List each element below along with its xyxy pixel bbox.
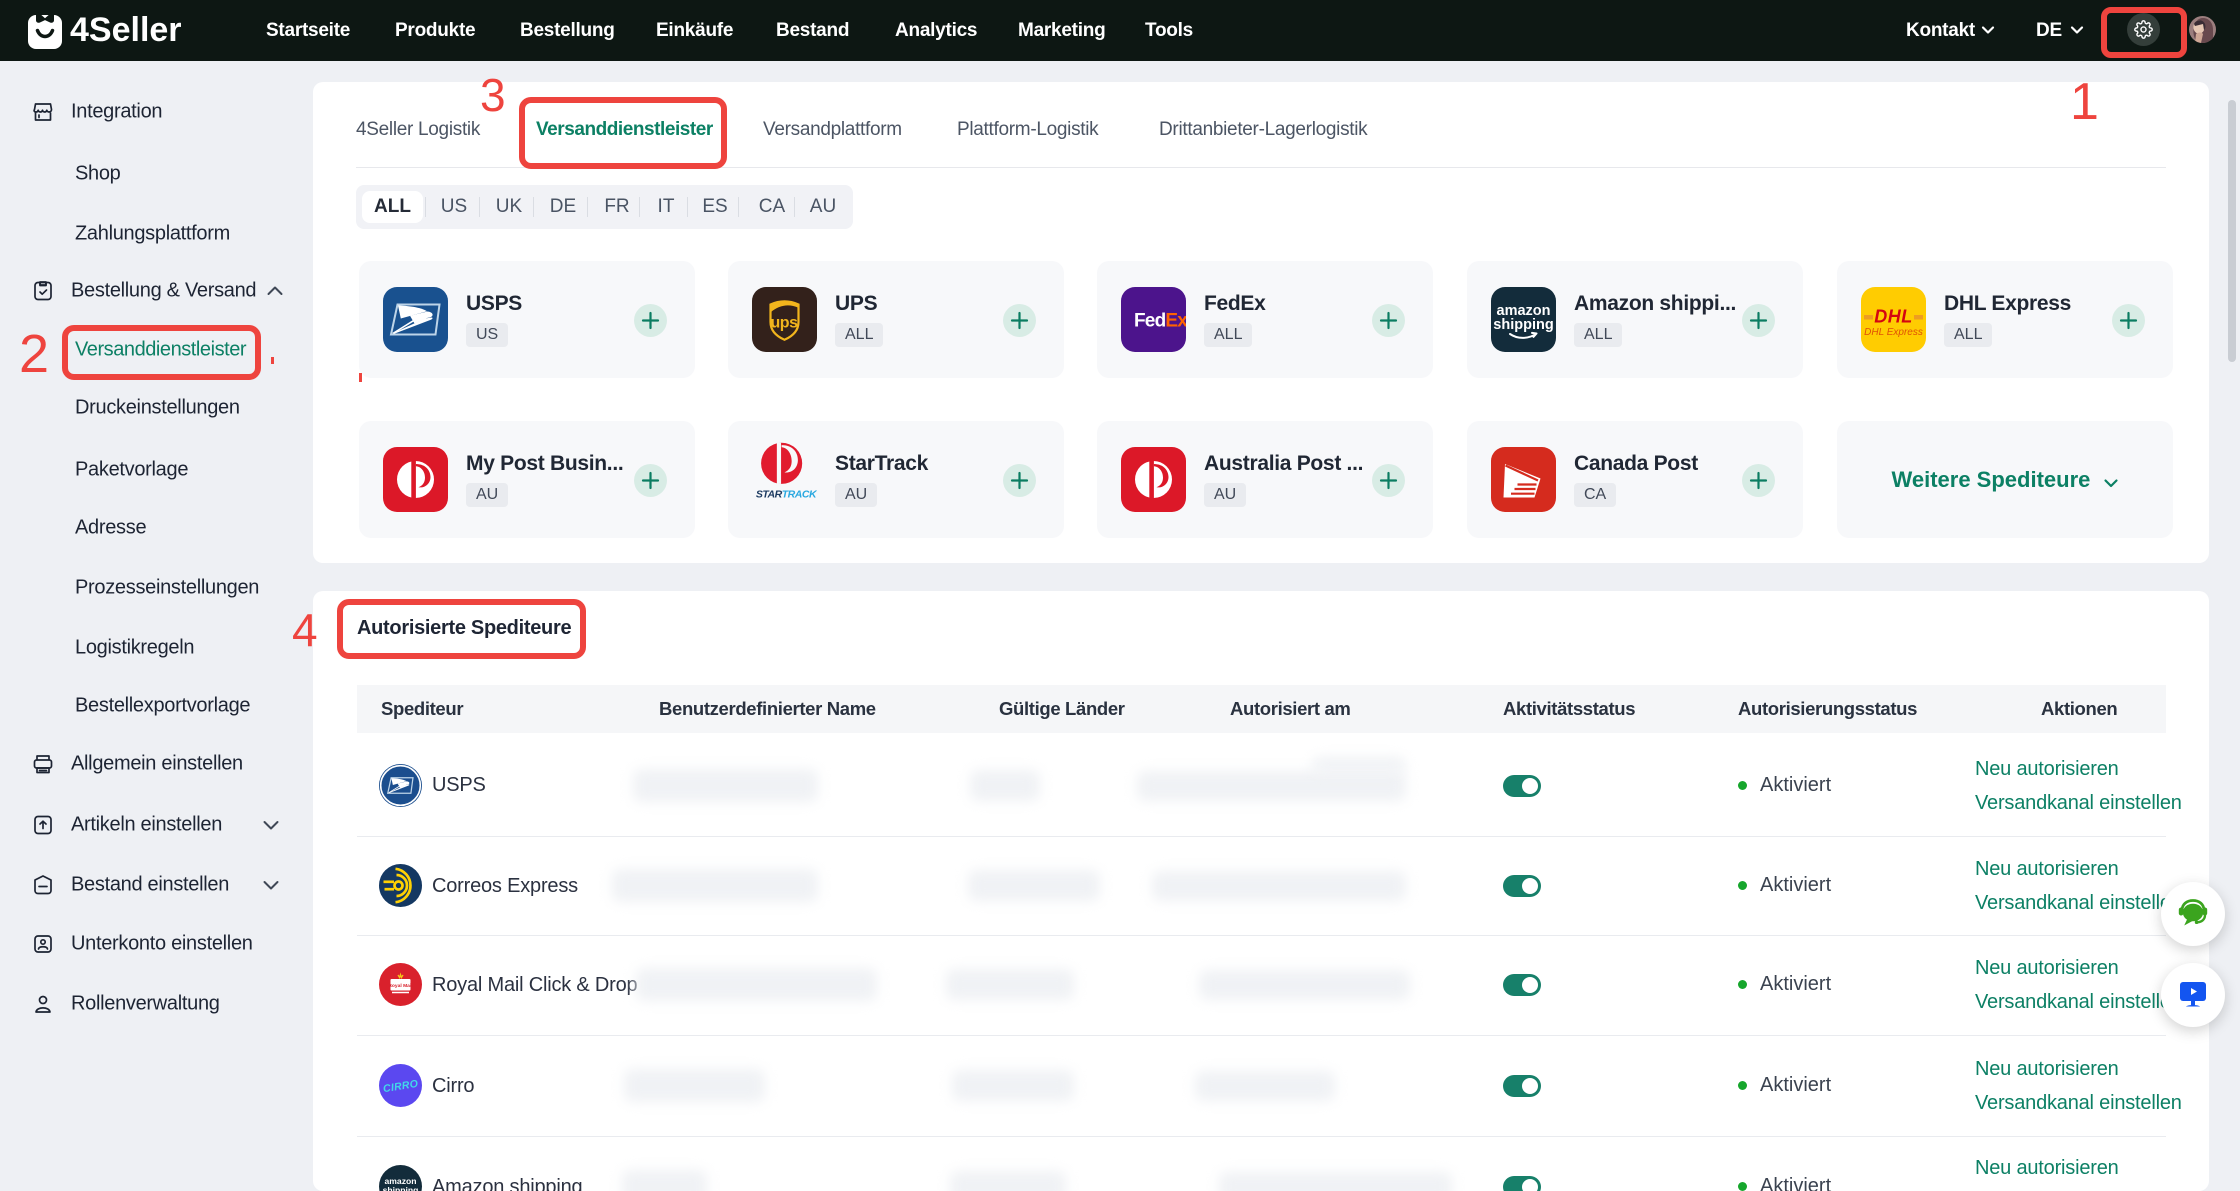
svg-text:Royal Mail: Royal Mail [388,983,413,989]
svg-text:DHL Express: DHL Express [1864,327,1923,338]
svg-text:DHL: DHL [1874,307,1913,327]
svg-text:FedEx: FedEx [1134,311,1186,332]
svg-text:shipping: shipping [383,1185,419,1191]
svg-text:STARTRACK: STARTRACK [756,489,817,501]
svg-text:shipping: shipping [1493,317,1553,333]
svg-text:ups: ups [771,315,799,332]
